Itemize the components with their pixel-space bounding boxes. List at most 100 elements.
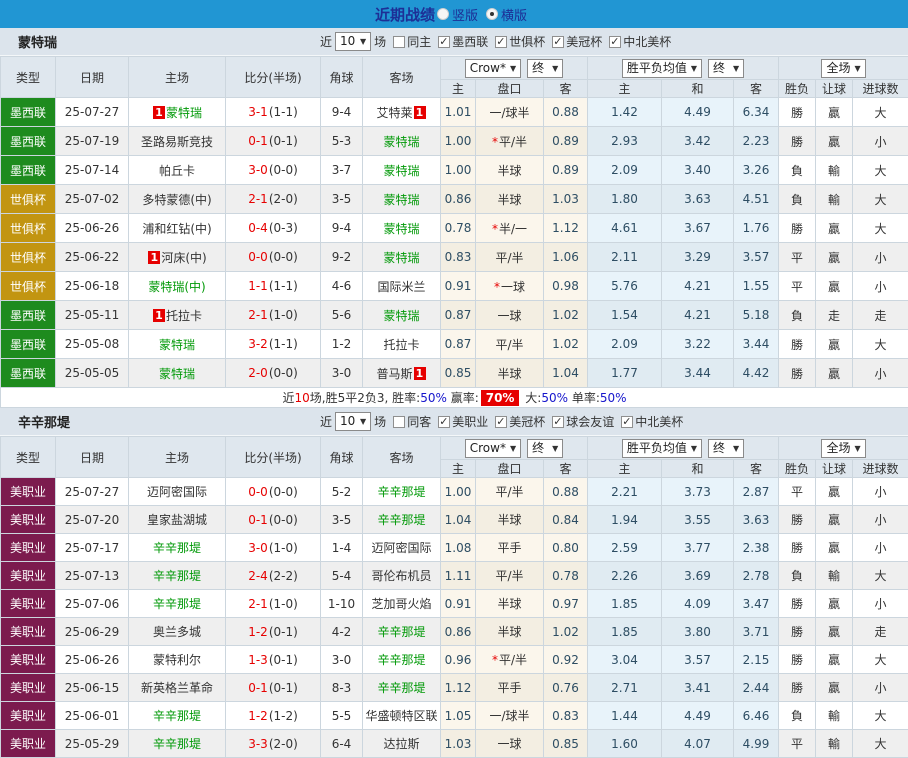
league-filter-checkbox-2[interactable] xyxy=(552,36,564,48)
away-team: 蒙特瑞 xyxy=(383,135,419,149)
halftime-score: (2-0) xyxy=(269,737,298,751)
goals-result-cell: 大 xyxy=(853,185,908,214)
avg-draw-cell: 3.41 xyxy=(662,674,734,702)
bookmaker-select[interactable]: Crow*▼ xyxy=(465,59,521,78)
league-filter-checkbox-0[interactable] xyxy=(438,36,450,48)
avg-away-cell: 2.87 xyxy=(734,478,779,506)
odds-away-cell: 1.04 xyxy=(544,359,588,388)
avg-home-cell: 2.09 xyxy=(588,156,662,185)
column-header: 客场 xyxy=(363,437,441,478)
same-venue-checkbox[interactable] xyxy=(393,416,405,428)
odds-away-cell: 0.98 xyxy=(544,272,588,301)
team-label: 蒙特利尔 xyxy=(153,653,201,667)
odds-group-header: 胜平负均值▼ 终▼ xyxy=(588,437,779,460)
handicap-cell: 平/半 xyxy=(476,478,544,506)
avg-home-cell: 2.93 xyxy=(588,127,662,156)
handicap-result-cell: 贏 xyxy=(816,330,853,359)
home-team-cell: 辛辛那堤 xyxy=(129,534,226,562)
final-avg-select[interactable]: 终▼ xyxy=(708,59,744,78)
odds-group-header: Crow*▼ 终▼ xyxy=(441,57,588,80)
home-team-cell: 奥兰多城 xyxy=(129,618,226,646)
date-cell: 25-06-26 xyxy=(56,214,129,243)
column-header: 主场 xyxy=(129,437,226,478)
near-label: 近 xyxy=(320,413,332,430)
outcome-cell: 勝 xyxy=(779,646,816,674)
radio-vertical-label[interactable]: 竖版 xyxy=(452,5,478,24)
avg-odds-select[interactable]: 胜平负均值▼ xyxy=(622,439,702,458)
goals-result-cell: 小 xyxy=(853,127,908,156)
score-cell: 0-0(0-0) xyxy=(226,243,321,272)
column-subheader: 主 xyxy=(588,460,662,478)
league-filter-checkbox-0[interactable] xyxy=(438,416,450,428)
team-label: 蒙特瑞 xyxy=(383,309,419,323)
summary-segment: 单率: xyxy=(568,391,600,405)
team-label: 蒙特瑞 xyxy=(159,338,195,352)
league-cell: 墨西联 xyxy=(1,127,56,156)
handicap-text: 一球 xyxy=(497,737,521,751)
games-count-select[interactable]: 10▼ xyxy=(335,32,371,51)
same-venue-checkbox[interactable] xyxy=(393,36,405,48)
goals-result-cell: 大 xyxy=(853,562,908,590)
league-filter-checkbox-2[interactable] xyxy=(552,416,564,428)
goals-result-cell: 走 xyxy=(853,301,908,330)
odds-away-cell: 1.02 xyxy=(544,618,588,646)
handicap-text: 平/半 xyxy=(499,135,527,149)
rank-badge: 1 xyxy=(153,106,165,119)
full-match-select[interactable]: 全场▼ xyxy=(821,439,865,458)
goals-result-cell: 大 xyxy=(853,214,908,243)
avg-draw-cell: 3.69 xyxy=(662,562,734,590)
final-odds-select[interactable]: 终▼ xyxy=(527,439,563,458)
league-filter-label: 墨西联 xyxy=(452,33,488,50)
team-label: 辛辛那堤 xyxy=(153,597,201,611)
avg-home-cell: 1.94 xyxy=(588,506,662,534)
fulltime-score: 1-2 xyxy=(248,625,268,639)
league-filter-checkbox-1[interactable] xyxy=(495,416,507,428)
avg-odds-select[interactable]: 胜平负均值▼ xyxy=(622,59,702,78)
date-cell: 25-06-26 xyxy=(56,646,129,674)
same-venue-label: 同客 xyxy=(407,413,431,430)
team-label: 新英格兰革命 xyxy=(141,681,213,695)
table-row: 美职业25-07-17辛辛那堤3-0(1-0)1-4迈阿密国际1.08平手0.8… xyxy=(1,534,908,562)
radio-horizontal-label[interactable]: 横版 xyxy=(501,5,527,24)
bookmaker-select[interactable]: Crow*▼ xyxy=(465,439,521,458)
away-team-cell: 普马斯1 xyxy=(363,359,441,388)
outcome-cell: 勝 xyxy=(779,506,816,534)
league-cell: 世俱杯 xyxy=(1,214,56,243)
handicap-result-cell: 贏 xyxy=(816,534,853,562)
away-team: 辛辛那堤 xyxy=(377,653,425,667)
section-header: 辛辛那堤近10▼场同客美职业美冠杯球会友谊中北美杯 xyxy=(0,408,908,436)
radio-horizontal[interactable] xyxy=(486,8,498,20)
avg-away-cell: 1.76 xyxy=(734,214,779,243)
handicap-cell: 半球 xyxy=(476,618,544,646)
date-cell: 25-05-08 xyxy=(56,330,129,359)
date-cell: 25-05-11 xyxy=(56,301,129,330)
games-count-select[interactable]: 10▼ xyxy=(335,412,371,431)
league-filter-checkbox-3[interactable] xyxy=(621,416,633,428)
odds-group-header: Crow*▼ 终▼ xyxy=(441,437,588,460)
league-filter-checkbox-1[interactable] xyxy=(495,36,507,48)
section-header: 蒙特瑞近10▼场同主墨西联世俱杯美冠杯中北美杯 xyxy=(0,28,908,56)
handicap-text: 半球 xyxy=(497,193,521,207)
column-header: 客场 xyxy=(363,57,441,98)
radio-vertical[interactable] xyxy=(437,8,449,20)
handicap-cell: *半/一 xyxy=(476,214,544,243)
avg-draw-cell: 4.21 xyxy=(662,272,734,301)
full-match-select[interactable]: 全场▼ xyxy=(821,59,865,78)
halftime-score: (1-0) xyxy=(269,597,298,611)
team-label: 辛辛那堤 xyxy=(377,653,425,667)
avg-away-cell: 3.71 xyxy=(734,618,779,646)
table-row: 墨西联25-05-05蒙特瑞2-0(0-0)3-0普马斯10.85半球1.041… xyxy=(1,359,908,388)
corner-cell: 1-4 xyxy=(321,534,363,562)
odds-home-cell: 1.01 xyxy=(441,98,476,127)
odds-away-cell: 0.76 xyxy=(544,674,588,702)
star-mark: * xyxy=(494,280,500,294)
final-odds-select[interactable]: 终▼ xyxy=(527,59,563,78)
avg-away-cell: 6.46 xyxy=(734,702,779,730)
final-avg-select[interactable]: 终▼ xyxy=(708,439,744,458)
league-filter-checkbox-3[interactable] xyxy=(609,36,621,48)
home-team: 多特蒙德(中) xyxy=(142,193,211,207)
handicap-result-cell: 輸 xyxy=(816,702,853,730)
column-header: 主场 xyxy=(129,57,226,98)
home-team-cell: 辛辛那堤 xyxy=(129,590,226,618)
league-filter-label: 美冠杯 xyxy=(566,33,602,50)
